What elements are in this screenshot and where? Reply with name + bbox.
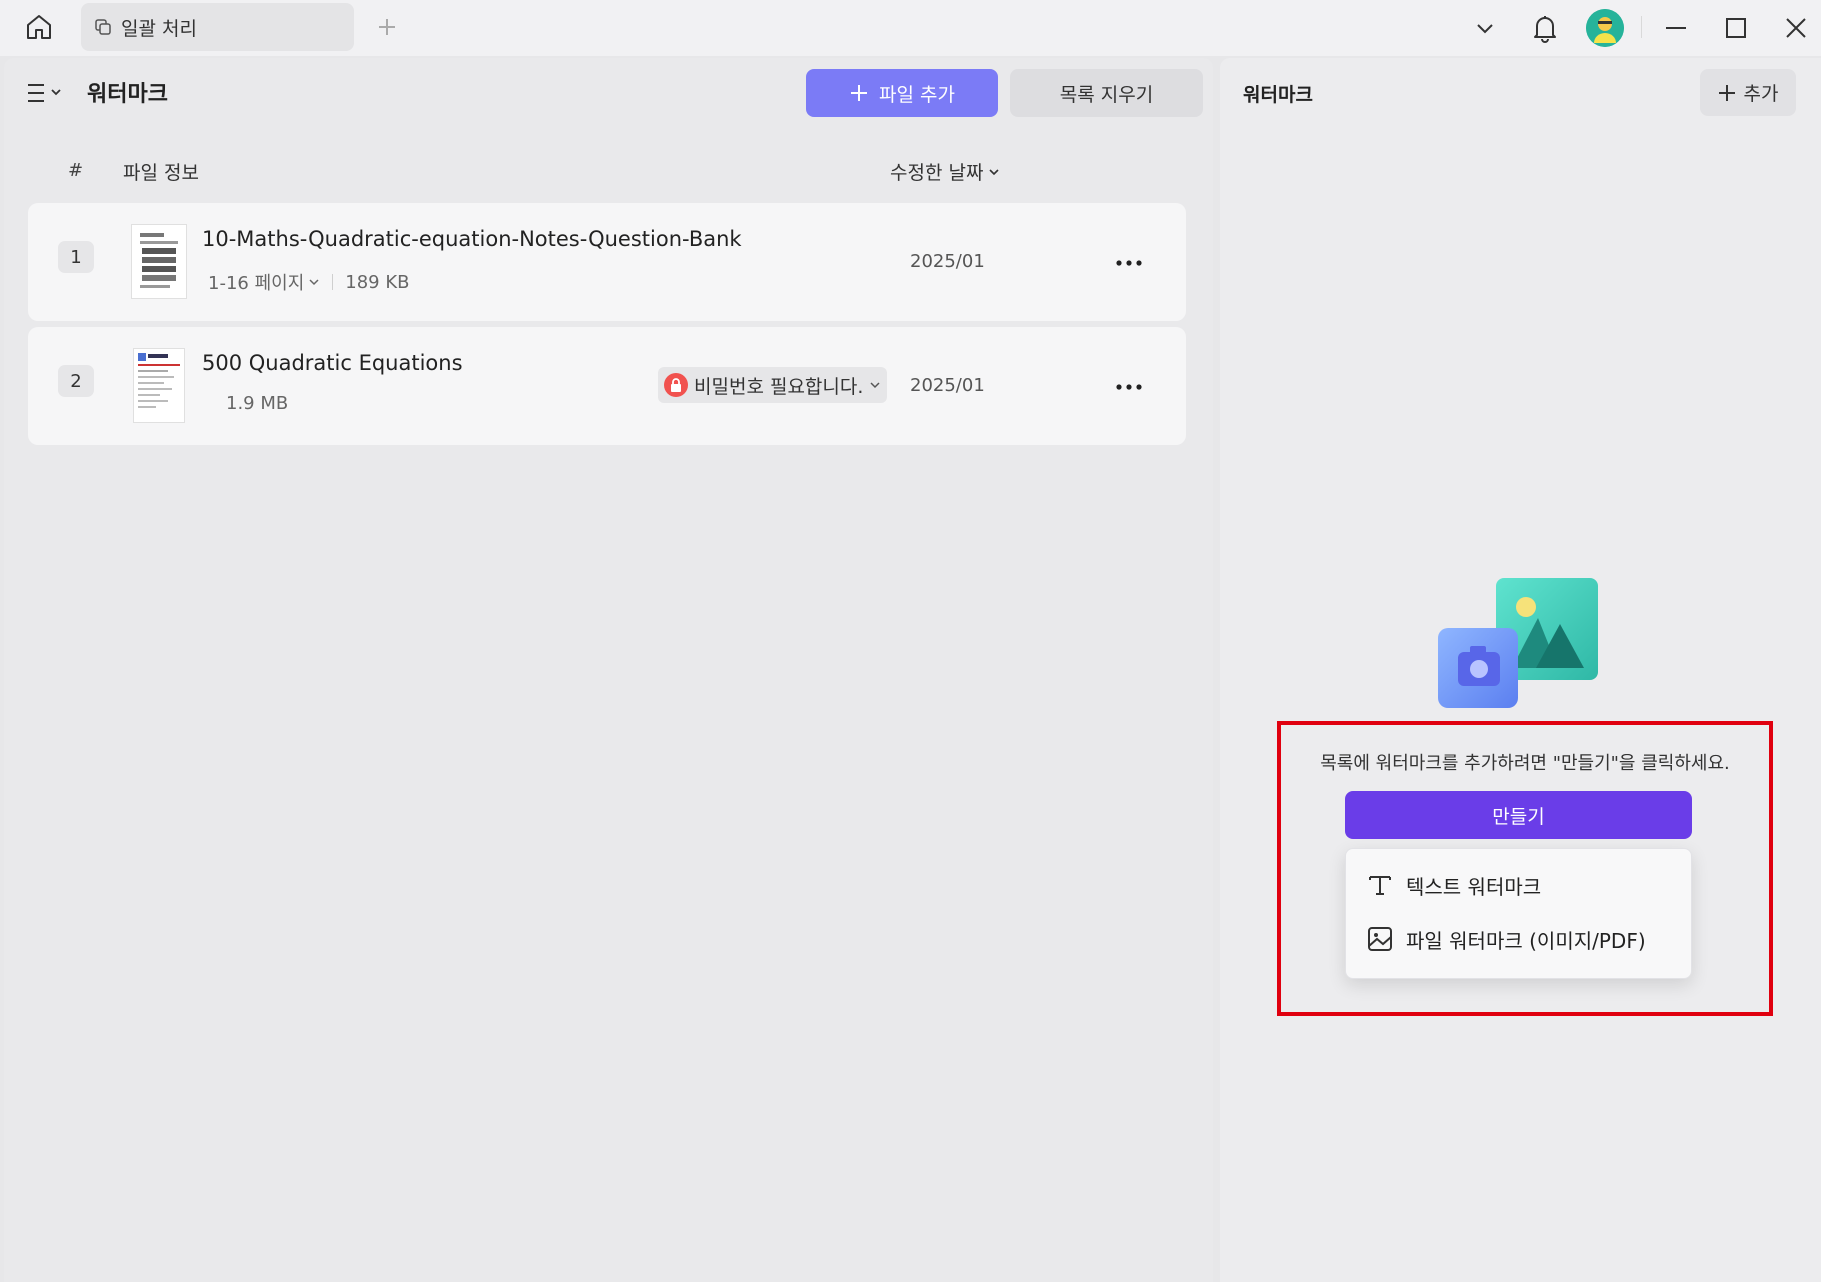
page-range-label: 1-16 페이지 — [208, 273, 305, 294]
chevron-down-icon — [989, 168, 1000, 175]
file-meta: 1-16 페이지 189 KB — [208, 269, 410, 295]
create-menu: 텍스트 워터마크 파일 워터마크 (이미지/PDF) — [1345, 848, 1692, 979]
file-size: 1.9 MB — [226, 393, 289, 414]
tab-batch[interactable]: 일괄 처리 — [81, 3, 354, 51]
row-number: 2 — [58, 365, 94, 397]
file-meta: 1.9 MB — [226, 393, 288, 414]
copy-icon — [93, 17, 113, 37]
column-header-modified-date[interactable]: 수정한 날짜 — [890, 158, 1001, 185]
add-file-button[interactable]: 파일 추가 — [806, 69, 998, 117]
avatar[interactable] — [1585, 8, 1625, 48]
watermark-panel-title: 워터마크 — [1243, 84, 1313, 106]
plus-icon — [851, 85, 868, 101]
watermark-panel: 워터마크 추가 목록에 워터마크를 추가하려면 "만들기"을 클릭하세요. 만들… — [1220, 58, 1821, 1282]
add-file-label: 파일 추가 — [879, 83, 955, 106]
file-row[interactable]: 2 500 Quadratic Equations 1.9 MB 비밀번호 필요… — [28, 327, 1186, 445]
file-thumbnail — [131, 224, 187, 299]
menu-item-label: 텍스트 워터마크 — [1406, 874, 1542, 899]
chevron-down-icon[interactable] — [1465, 8, 1505, 48]
add-watermark-label: 추가 — [1743, 83, 1779, 105]
clear-list-button[interactable]: 목록 지우기 — [1010, 69, 1203, 117]
file-date: 2025/01 — [910, 251, 985, 272]
menu-button[interactable] — [26, 78, 70, 108]
close-icon[interactable] — [1776, 8, 1816, 48]
file-list-panel: 워터마크 파일 추가 목록 지우기 # 파일 정보 수정한 날짜 1 10-Ma… — [4, 58, 1213, 1282]
menu-item-text-watermark[interactable]: 텍스트 워터마크 — [1366, 867, 1541, 903]
chevron-down-icon — [309, 279, 319, 286]
create-watermark-highlight: 목록에 워터마크를 추가하려면 "만들기"을 클릭하세요. 만들기 텍스트 워터… — [1277, 721, 1773, 1016]
maximize-icon[interactable] — [1716, 8, 1756, 48]
file-row[interactable]: 1 10-Maths-Quadratic-equation-Notes-Ques… — [28, 203, 1186, 321]
titlebar-divider — [1641, 16, 1642, 38]
tab-label: 일괄 처리 — [121, 17, 197, 40]
column-header-date-label: 수정한 날짜 — [890, 162, 984, 184]
home-icon[interactable] — [20, 8, 58, 46]
file-date: 2025/01 — [910, 375, 985, 396]
file-name: 10-Maths-Quadratic-equation-Notes-Questi… — [202, 227, 742, 251]
bell-icon[interactable] — [1525, 8, 1565, 48]
meta-divider — [332, 274, 334, 290]
lock-icon — [664, 373, 688, 397]
minimize-icon[interactable] — [1656, 8, 1696, 48]
password-required-badge[interactable]: 비밀번호 필요합니다. — [658, 367, 887, 403]
watermark-illustration — [1438, 578, 1600, 710]
file-thumbnail — [133, 348, 185, 423]
create-button[interactable]: 만들기 — [1345, 791, 1692, 839]
more-options-icon[interactable] — [1111, 372, 1147, 402]
page-range-dropdown[interactable]: 1-16 페이지 — [208, 269, 320, 295]
more-options-icon[interactable] — [1111, 248, 1147, 278]
create-hint-text: 목록에 워터마크를 추가하려면 "만들기"을 클릭하세요. — [1320, 753, 1730, 774]
page-title: 워터마크 — [87, 82, 168, 107]
column-header-number: # — [68, 160, 84, 181]
new-tab-plus-icon[interactable] — [370, 10, 404, 44]
text-icon — [1369, 876, 1391, 895]
add-watermark-button[interactable]: 추가 — [1700, 69, 1796, 116]
menu-item-label: 파일 워터마크 (이미지/PDF) — [1406, 928, 1646, 953]
column-header-file-info: 파일 정보 — [123, 162, 199, 184]
image-file-icon — [1368, 927, 1392, 951]
password-required-label: 비밀번호 필요합니다. — [694, 375, 864, 398]
plus-icon — [1718, 84, 1735, 101]
file-size: 189 KB — [345, 271, 410, 293]
row-number: 1 — [58, 241, 94, 273]
title-bar: 일괄 처리 — [0, 0, 1821, 56]
chevron-down-icon — [870, 382, 880, 389]
menu-item-file-watermark[interactable]: 파일 워터마크 (이미지/PDF) — [1366, 921, 1646, 957]
file-name: 500 Quadratic Equations — [202, 351, 463, 375]
